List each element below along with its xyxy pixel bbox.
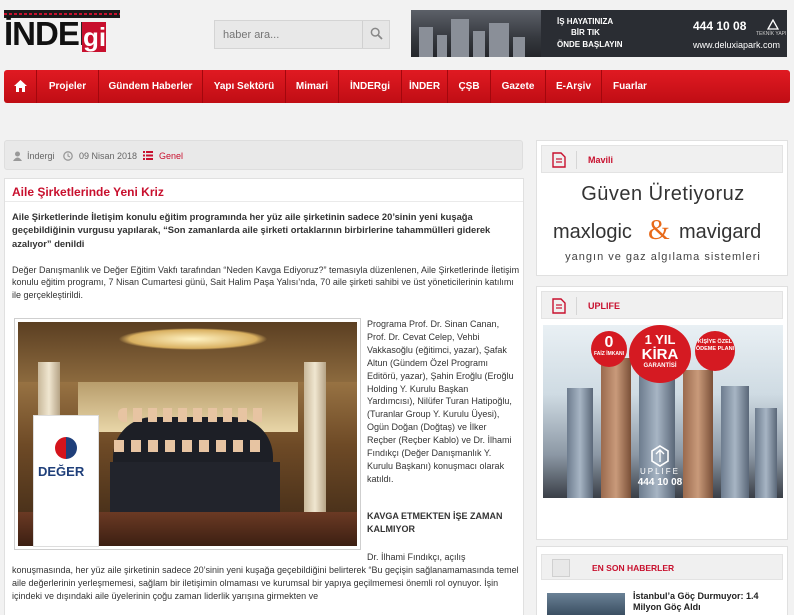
article-photo[interactable]: DEĞER xyxy=(14,318,361,550)
list-icon xyxy=(143,151,153,160)
ad-brand-maxlogic: maxlogic xyxy=(553,221,632,243)
widget-header-separator xyxy=(576,297,577,315)
sidebar-widget-latest-news: EN SON HABERLER İstanbul’a Göç Durmuyor:… xyxy=(536,546,788,615)
title-divider xyxy=(5,201,523,202)
widget-header-separator xyxy=(576,151,577,169)
zero-interest-badge: 0 FAİZ İMKANI xyxy=(591,331,627,367)
news-item-title[interactable]: İstanbul’a Göç Durmuyor: 1.4 Milyon Göç … xyxy=(633,591,785,613)
uplife-ad-banner[interactable]: 0 FAİZ İMKANI 1 YIL KİRA GARANTİSİ KİŞİY… xyxy=(543,325,783,498)
nav-item-yapi-sektoru[interactable]: Yapı Sektörü xyxy=(203,70,286,103)
nav-item-indergi[interactable]: İNDERgi xyxy=(339,70,402,103)
sidebar-widget-mavili: Mavili Güven Üretiyoruz maxlogic & mavig… xyxy=(536,140,788,276)
widget-title: EN SON HABERLER xyxy=(592,563,675,573)
nav-item-projeler[interactable]: Projeler xyxy=(37,70,99,103)
nav-item-e-arsiv[interactable]: E-Arşiv xyxy=(546,70,602,103)
nav-item-gundem-haberler[interactable]: Gündem Haberler xyxy=(99,70,203,103)
ad-ampersand: & xyxy=(648,215,670,246)
banner-brand: TEKNİK YAPI xyxy=(756,31,787,37)
guarantee-text: GARANTİSİ xyxy=(643,363,677,369)
ad-headline: Güven Üretiyoruz xyxy=(581,183,745,205)
article-subheading: KAVGA ETMEKTEN İŞE ZAMAN KALMIYOR xyxy=(367,511,503,534)
deger-banner-text: DEĞER xyxy=(38,464,85,479)
rent-text: KİRA xyxy=(641,346,679,363)
zero-value: 0 xyxy=(604,334,614,351)
widget-title: UPLIFE xyxy=(588,301,621,311)
search-input[interactable] xyxy=(215,21,363,48)
photo-caption: Programa Prof. Dr. Sinan Canan, Prof. Dr… xyxy=(367,319,514,484)
article-lead: Aile Şirketlerinde İletişim konulu eğiti… xyxy=(12,211,491,249)
uplife-logo: UPLIFE 444 10 08 xyxy=(625,445,695,489)
payment-plan-badge: KİŞİYE ÖZEL ÖDEME PLANI xyxy=(695,331,735,371)
nav-home[interactable] xyxy=(4,70,37,103)
home-icon xyxy=(14,80,27,92)
article-body-start: Dr. İlhami Fındıkçı, açılış xyxy=(367,552,466,562)
article-meta: İndergi 09 Nisan 2018 Genel xyxy=(4,140,523,170)
article-body: Aile Şirketlerinde Yeni Kriz Aile Şirket… xyxy=(4,178,524,615)
widget-header: EN SON HABERLER xyxy=(541,554,783,580)
sidebar-widget-uplife: UPLIFE 0 FAİZ İMKANI 1 YIL KİRA GARANTİS… xyxy=(536,286,788,540)
article-body-text: konuşmasında, her yüz aile şirketinin sa… xyxy=(12,565,519,601)
search-box xyxy=(214,20,390,49)
uplife-phone: 444 10 08 xyxy=(637,477,683,488)
year-text: 1 YIL xyxy=(644,332,676,347)
news-widget-icon xyxy=(552,559,570,577)
uplife-brand: UPLIFE xyxy=(639,467,680,476)
mavili-ad-banner[interactable]: Güven Üretiyoruz maxlogic & mavigard yan… xyxy=(543,179,783,267)
nav-item-inder[interactable]: İNDER xyxy=(402,70,448,103)
nav-item-csb[interactable]: ÇŞB xyxy=(448,70,491,103)
article-title: Aile Şirketlerinde Yeni Kriz xyxy=(12,185,164,199)
nav-item-fuarlar[interactable]: Fuarlar xyxy=(602,70,658,103)
site-logo[interactable]: İNDER gi xyxy=(4,10,120,52)
news-thumbnail[interactable] xyxy=(547,593,625,615)
main-nav: Projeler Gündem Haberler Yapı Sektörü Mi… xyxy=(4,70,790,103)
clock-icon xyxy=(63,151,73,161)
banner-line-1: İŞ HAYATINIZA xyxy=(557,17,614,26)
zero-caption: FAİZ İMKANI xyxy=(594,351,624,357)
banner-url: www.deluxiapark.com xyxy=(693,40,781,50)
deger-logo-icon xyxy=(55,437,77,459)
uplife-logo-icon xyxy=(651,445,669,467)
search-button[interactable] xyxy=(362,21,389,48)
article-date: 09 Nisan 2018 xyxy=(79,151,138,161)
widget-title: Mavili xyxy=(588,155,614,165)
ad-tagline: yangın ve gaz algılama sistemleri xyxy=(565,251,761,263)
banner-phone: 444 10 08 xyxy=(693,19,747,33)
banner-line-3: ÖNDE BAŞLAYIN xyxy=(557,40,623,49)
deger-roll-up-banner: DEĞER xyxy=(33,415,99,547)
article-author[interactable]: İndergi xyxy=(27,141,55,171)
banner-line-2: BİR TIK xyxy=(571,28,600,37)
user-icon xyxy=(13,151,22,161)
ad-brand-mavigard: mavigard xyxy=(679,221,762,243)
search-icon xyxy=(370,27,383,40)
logo-accent-text: gi xyxy=(83,22,107,52)
teknik-yapi-logo-icon xyxy=(767,19,779,30)
widget-header: UPLIFE xyxy=(541,291,783,319)
rent-guarantee-badge: 1 YIL KİRA GARANTİSİ xyxy=(629,325,691,383)
nav-item-gazete[interactable]: Gazete xyxy=(491,70,546,103)
widget-header: Mavili xyxy=(541,145,783,173)
banner-city-image xyxy=(411,10,541,57)
document-icon xyxy=(552,152,566,168)
document-icon xyxy=(552,298,566,314)
site-header: İNDER gi İŞ HAYATINIZA BİR TIK ÖNDE BAŞL… xyxy=(0,0,794,68)
main-content: İndergi 09 Nisan 2018 Genel Aile Şirketl… xyxy=(4,140,524,615)
article-category-link[interactable]: Genel xyxy=(159,141,183,171)
header-ad-banner[interactable]: İŞ HAYATINIZA BİR TIK ÖNDE BAŞLAYIN 444 … xyxy=(411,10,787,57)
article-intro: Değer Danışmanlık ve Değer Eğitim Vakfı … xyxy=(12,265,520,300)
nav-item-mimari[interactable]: Mimari xyxy=(286,70,339,103)
